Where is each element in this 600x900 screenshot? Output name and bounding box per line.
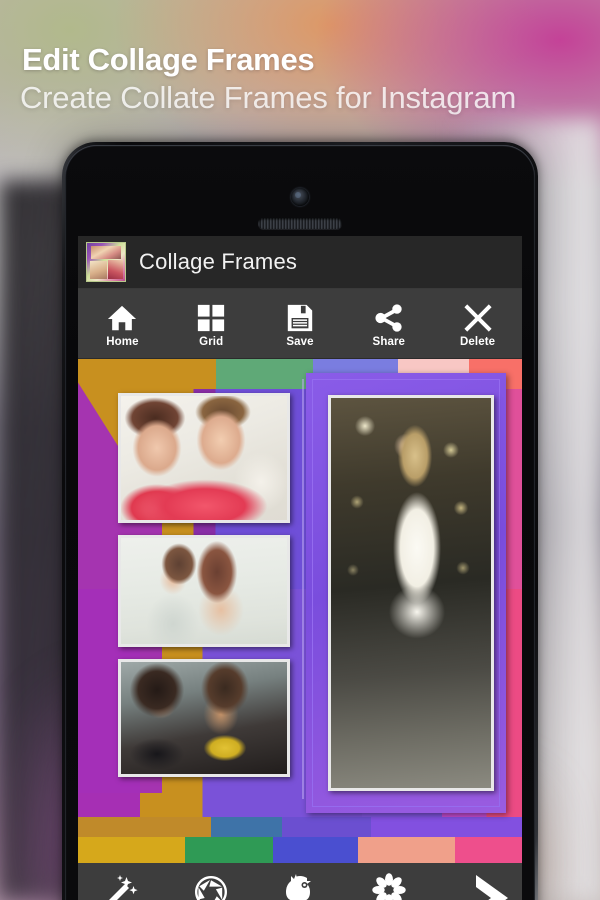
app-title: Collage Frames bbox=[139, 249, 298, 274]
close-x-icon bbox=[463, 303, 493, 333]
page-title: Edit Collage Frames bbox=[22, 42, 315, 77]
share-label: Share bbox=[372, 336, 406, 348]
photo-blonde-woman-dress bbox=[331, 398, 491, 788]
delete-button[interactable]: Delete bbox=[433, 289, 522, 358]
camera-icon bbox=[291, 188, 309, 206]
promo-header: Edit Collage Frames Create Collate Frame… bbox=[0, 0, 600, 113]
photo-couple-beach bbox=[121, 662, 287, 774]
grid-icon bbox=[196, 303, 226, 333]
save-button[interactable]: Save bbox=[256, 289, 345, 358]
magic-wand-icon bbox=[105, 873, 139, 900]
effect-button[interactable]: Effect bbox=[78, 863, 167, 900]
app-thumbnail-icon bbox=[86, 242, 126, 282]
next-button[interactable] bbox=[468, 873, 514, 900]
bird-sticker-icon bbox=[283, 873, 317, 900]
home-button[interactable]: Home bbox=[78, 289, 167, 358]
share-icon bbox=[374, 303, 404, 333]
page-subtitle: Create Collate Frames for Instagram bbox=[20, 80, 517, 115]
top-toolbar: Home Grid Save Share Delete bbox=[78, 289, 522, 359]
home-icon bbox=[107, 303, 137, 333]
photo-frame-2[interactable] bbox=[118, 535, 290, 647]
share-button[interactable]: Share bbox=[344, 289, 433, 358]
flower-sticker-icon bbox=[372, 872, 406, 900]
bottom-toolbar: Effect Change Color bbox=[78, 863, 522, 900]
delete-label: Delete bbox=[460, 336, 496, 348]
grid-label: Grid bbox=[199, 336, 224, 348]
change-color-button[interactable]: Change Color bbox=[167, 863, 256, 900]
home-label: Home bbox=[106, 336, 139, 348]
aperture-icon bbox=[194, 875, 228, 900]
sticker-bird-button[interactable]: Sticker bbox=[256, 863, 345, 900]
panel-divider bbox=[302, 379, 304, 799]
background-strip-row-bottom bbox=[78, 837, 522, 863]
app-title-bar: Collage Frames bbox=[78, 236, 522, 289]
photo-frame-1[interactable] bbox=[118, 393, 290, 523]
photo-frame-3[interactable] bbox=[118, 659, 290, 777]
save-label: Save bbox=[286, 336, 314, 348]
chevron-right-icon bbox=[468, 873, 514, 900]
background-strip-row-bottom-2 bbox=[78, 817, 522, 837]
phone-screen: Collage Frames Home Grid Save Share Dele… bbox=[78, 236, 522, 900]
grid-button[interactable]: Grid bbox=[167, 289, 256, 358]
sticker-flower-button[interactable]: Sticker bbox=[344, 863, 433, 900]
save-floppy-icon bbox=[285, 303, 315, 333]
phone-mockup: Collage Frames Home Grid Save Share Dele… bbox=[62, 142, 538, 900]
photo-frame-4[interactable] bbox=[328, 395, 494, 791]
photo-couple-heart-balloon bbox=[121, 396, 287, 520]
speaker-grille-icon bbox=[258, 218, 342, 229]
collage-canvas[interactable] bbox=[78, 359, 522, 863]
photo-couple-embrace bbox=[121, 538, 287, 644]
